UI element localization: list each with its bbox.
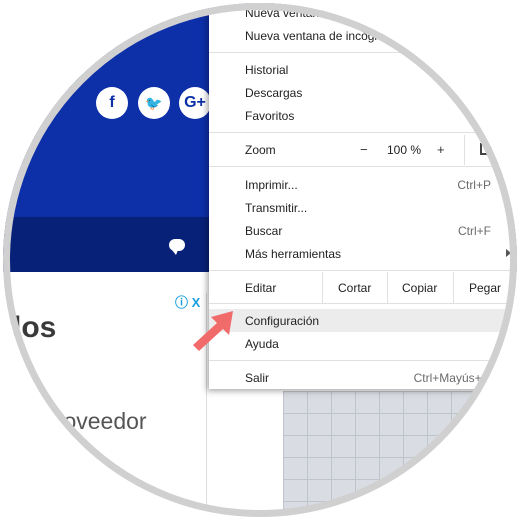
edit-divider (387, 272, 388, 303)
menu-item-label: Nueva ventana de incógnito (245, 29, 394, 43)
twitter-glyph: 🐦 (145, 94, 163, 111)
zoom-label: Zoom (245, 143, 276, 157)
twitter-icon[interactable]: 🐦 (138, 87, 170, 119)
zoom-in-button[interactable]: + (437, 142, 445, 157)
menu-item-downloads[interactable]: Descargas (209, 81, 517, 104)
edit-divider (322, 272, 323, 303)
menu-separator (209, 132, 517, 133)
paste-button[interactable]: Pegar (469, 281, 501, 295)
shortcut-label: Ctrl+F (458, 224, 491, 238)
zoom-value: 100 % (387, 143, 422, 157)
submenu-arrow-icon (506, 249, 511, 257)
menu-item-label: Transmitir... (245, 201, 308, 215)
magnified-view: f 🐦 G+ ⓘ X dos proveedor Nueva ventana N… (3, 3, 517, 517)
cut-button[interactable]: Cortar (338, 281, 371, 295)
menu-separator (209, 52, 517, 53)
menu-item-label: Más herramientas (245, 247, 342, 261)
background-grid (283, 391, 517, 517)
google-plus-icon[interactable]: G+ (179, 87, 211, 119)
menu-item-label: Historial (245, 63, 289, 77)
edit-row: Editar Cortar Copiar Pegar (209, 272, 517, 303)
menu-item-label: Salir (245, 371, 270, 385)
edit-label: Editar (245, 281, 277, 295)
menu-separator (209, 166, 517, 167)
menu-item-exit[interactable]: Salir Ctrl+Mayús+Q (209, 366, 517, 389)
menu-item-help[interactable]: Ayuda (209, 332, 517, 355)
menu-separator (209, 303, 517, 304)
menu-item-label: Descargas (245, 86, 303, 100)
zoom-divider (464, 135, 465, 165)
menu-separator (209, 270, 517, 271)
facebook-icon[interactable]: f (96, 87, 128, 119)
menu-item-history[interactable]: Historial (209, 58, 517, 81)
zoom-out-button[interactable]: − (360, 142, 368, 157)
menu-item-label: Favoritos (245, 109, 295, 123)
menu-item-label: Imprimir... (245, 178, 298, 192)
menu-item-label: Buscar (245, 224, 283, 238)
fullscreen-icon[interactable] (480, 143, 492, 155)
menu-item-new-window[interactable]: Nueva ventana (209, 3, 517, 24)
shortcut-label: Ctrl+Mayús+Q (413, 371, 491, 385)
article-text: proveedor (43, 408, 147, 434)
chrome-main-menu: Nueva ventana Nueva ventana de incógnito… (209, 3, 517, 389)
menu-item-more-tools[interactable]: Más herramientas (209, 242, 517, 265)
comment-icon[interactable] (169, 239, 185, 255)
menu-item-label: Configuración (245, 314, 320, 328)
pointer-arrow-icon (193, 311, 233, 351)
copy-button[interactable]: Copiar (402, 281, 437, 295)
menu-item-label: Ayuda (245, 337, 279, 351)
article-heading: dos (3, 311, 57, 344)
shortcut-label: Ctrl+P (457, 178, 491, 192)
zoom-row: Zoom − 100 % + (209, 135, 517, 165)
menu-item-new-incognito[interactable]: Nueva ventana de incógnito (209, 24, 517, 47)
menu-item-settings[interactable]: Configuración (209, 309, 517, 332)
edit-divider (453, 272, 454, 303)
menu-item-bookmarks[interactable]: Favoritos (209, 104, 517, 127)
menu-separator (209, 360, 517, 361)
menu-item-label: Nueva ventana (245, 6, 326, 20)
menu-item-print[interactable]: Imprimir... Ctrl+P (209, 173, 517, 196)
menu-item-cast[interactable]: Transmitir... (209, 196, 517, 219)
menu-item-find[interactable]: Buscar Ctrl+F (209, 219, 517, 242)
